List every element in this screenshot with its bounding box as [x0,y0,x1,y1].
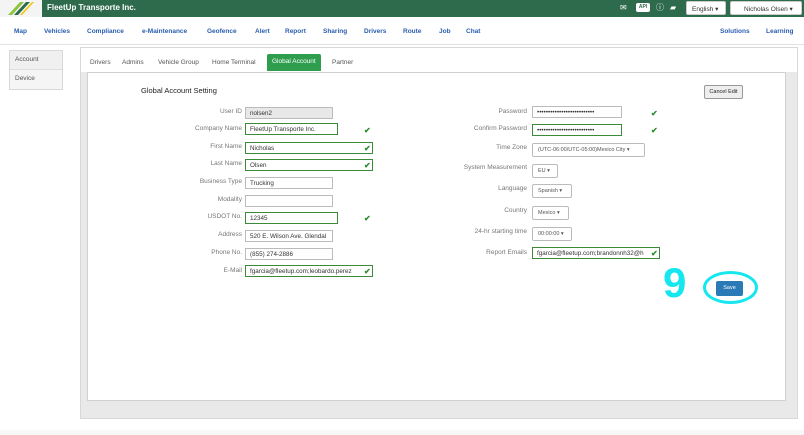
api-badge[interactable]: API [636,3,650,12]
measurement-select[interactable]: EU ▾ [532,164,558,178]
language-dropdown[interactable]: English ▾ [686,1,726,15]
check-icon: ✔ [651,249,658,258]
language-label: Language [498,185,527,192]
email-field[interactable]: fgarcia@fleetup.com;leobardo.perez [245,265,373,277]
folder-icon[interactable]: ▰ [670,4,676,12]
nav-sharing[interactable]: Sharing [323,28,347,35]
user-menu[interactable]: Nicholas Olsen ▾ [730,1,802,15]
starting-time-select[interactable]: 00:00:00 ▾ [532,227,572,241]
nav-vehicles[interactable]: Vehicles [44,28,70,35]
check-icon: ✔ [364,144,371,153]
account-sidebar: Account Device [9,50,63,90]
first-name-label: First Name [210,143,242,150]
nav-solutions[interactable]: Solutions [720,28,750,35]
password-field[interactable]: •••••••••••••••••••••••••• [532,106,622,118]
time-zone-select[interactable]: (UTC-06:00/UTC-05:00)Mexico City ▾ [532,143,645,157]
fleetup-logo[interactable] [0,0,42,17]
confirm-password-label: Confirm Password [473,125,527,132]
step-number-annotation: 9 [663,259,687,306]
time-zone-label: Time Zone [496,144,527,151]
user-id-label: User ID [219,108,242,115]
tab-home-terminal[interactable]: Home Terminal [212,59,256,66]
last-name-label: Last Name [210,160,242,167]
check-icon: ✔ [364,214,371,223]
modality-field[interactable] [245,195,333,207]
tab-partner[interactable]: Partner [332,59,353,66]
measurement-label: System Measurement [463,164,527,171]
main-nav: Map Vehicles Compliance e-Maintenance Ge… [0,17,804,45]
report-emails-field[interactable]: fgarcia@fleetup.com;brandonnh32@h [532,247,660,259]
country-select[interactable]: Mexico ▾ [532,206,569,220]
sidebar-item-device[interactable]: Device [10,70,62,89]
tab-vehicle-group[interactable]: Vehicle Group [158,59,199,66]
email-label: E-Mail [223,267,242,274]
top-header: FleetUp Transporte Inc. ✉ API ⓘ ▰ Englis… [0,0,804,17]
nav-route[interactable]: Route [403,28,421,35]
tab-global-account[interactable]: Global Account [267,54,321,71]
global-account-form [87,72,786,401]
check-icon: ✔ [651,126,658,135]
nav-map[interactable]: Map [14,28,27,35]
business-type-label: Business Type [199,178,242,185]
company-name-field[interactable]: FleetUp Transporte Inc. [245,123,338,135]
cancel-edit-button[interactable]: Cancel Edit [704,85,743,99]
modality-label: Modality [217,196,242,203]
phone-label: Phone No. [211,249,242,256]
last-name-field[interactable]: Olsen [245,159,373,171]
nav-job[interactable]: Job [439,28,451,35]
nav-report[interactable]: Report [285,28,306,35]
nav-learning[interactable]: Learning [766,28,793,35]
check-icon: ✔ [364,161,371,170]
starting-time-label: 24-hr starting time [474,228,527,235]
mail-icon[interactable]: ✉ [620,4,627,12]
nav-e-maintenance[interactable]: e-Maintenance [142,28,187,35]
report-emails-label: Report Emails [486,249,527,256]
check-icon: ✔ [364,126,371,135]
address-label: Address [218,231,242,238]
company-name-label: Company Name [195,125,242,132]
first-name-field[interactable]: Nicholas [245,142,373,154]
nav-geofence[interactable]: Geofence [207,28,237,35]
info-icon[interactable]: ⓘ [656,4,664,12]
address-field[interactable]: 520 E. Wilson Ave. Glendal [245,230,333,242]
save-button[interactable]: Save [716,281,743,296]
page-title: Global Account Setting [141,86,217,95]
nav-alert[interactable]: Alert [255,28,270,35]
tab-strip: Drivers Admins Vehicle Group Home Termin… [81,48,797,72]
tab-admins[interactable]: Admins [122,59,144,66]
user-id-field: nolsen2 [245,107,333,119]
country-label: Country [504,207,527,214]
app-title: FleetUp Transporte Inc. [47,3,136,12]
tab-drivers[interactable]: Drivers [90,59,111,66]
password-label: Password [498,108,527,115]
nav-drivers[interactable]: Drivers [364,28,386,35]
check-icon: ✔ [364,267,371,276]
sidebar-item-account[interactable]: Account [10,51,62,70]
check-icon: ✔ [651,109,658,118]
phone-field[interactable]: (855) 274-2886 [245,248,333,260]
footer-strip [0,430,804,435]
language-select[interactable]: Spanish ▾ [532,184,572,198]
confirm-password-field[interactable]: •••••••••••••••••••••••••• [532,124,622,136]
usdot-field[interactable]: 12345 [245,212,338,224]
usdot-label: USDOT No. [207,213,242,220]
nav-chat[interactable]: Chat [466,28,480,35]
nav-compliance[interactable]: Compliance [87,28,124,35]
business-type-field[interactable]: Trucking [245,177,333,189]
